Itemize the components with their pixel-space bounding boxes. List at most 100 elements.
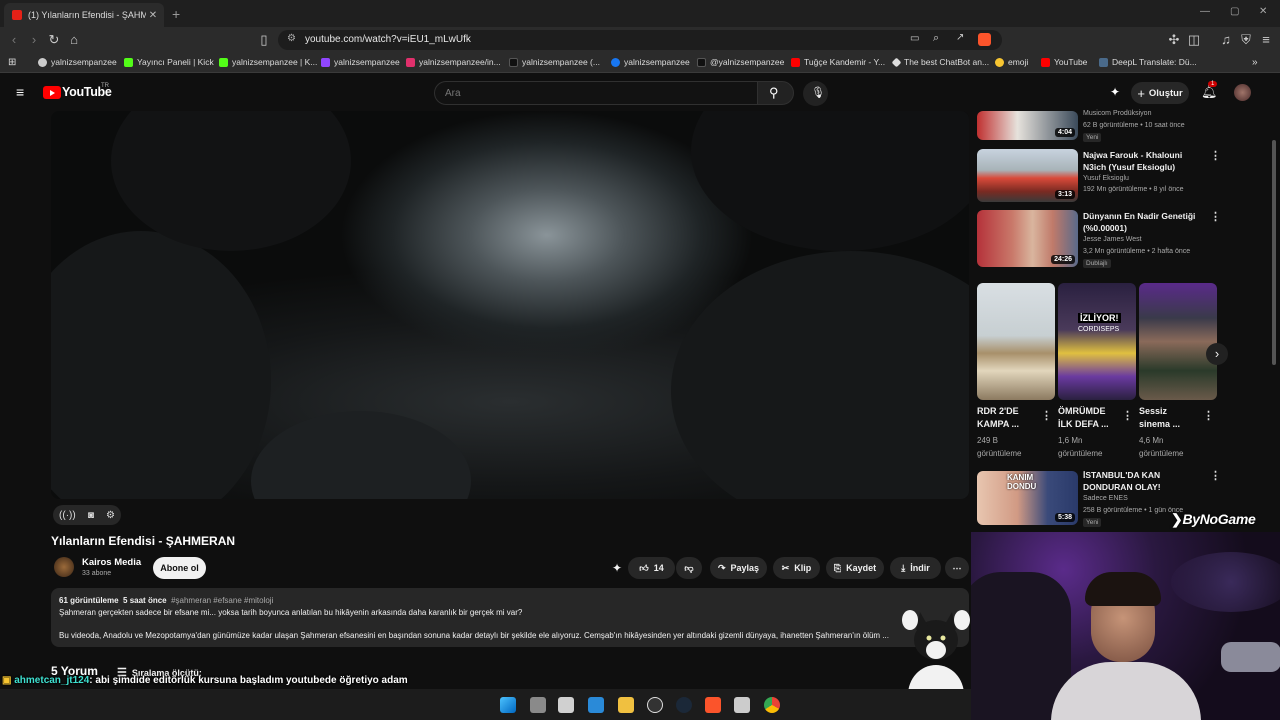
audio-wave-icon[interactable]: ((·)): [59, 510, 76, 521]
new-tab-button[interactable]: +: [172, 6, 180, 22]
windows-start-icon[interactable]: [500, 697, 516, 713]
browser-nav-bar: ‹ › ↻ ⌂ ▯ ⚙ youtube.com/watch?v=iEU1_mLw…: [0, 27, 1280, 53]
settings-gear-icon[interactable]: ⚙: [106, 510, 115, 521]
extensions-icon[interactable]: ✣: [1166, 32, 1182, 48]
youtube-logo-icon[interactable]: [43, 86, 61, 99]
share-button[interactable]: ↷ Paylaş: [710, 557, 767, 579]
download-button[interactable]: ⤓ İndir: [890, 557, 941, 579]
bookmark-item[interactable]: Yayıncı Paneli | Kick: [124, 57, 214, 67]
bookmark-item[interactable]: emoji: [995, 57, 1028, 67]
bookmark-icon: [38, 57, 47, 67]
tab-close-icon[interactable]: ✕: [146, 10, 160, 21]
bookmark-icon[interactable]: ▯: [256, 32, 272, 48]
short-title[interactable]: ÖMRÜMDE İLK DEFA ...: [1058, 405, 1118, 431]
ai-assistant-icon[interactable]: ✦: [1110, 85, 1120, 99]
bookmark-item[interactable]: Tuğçe Kandemir - Y...: [791, 57, 885, 67]
file-explorer-icon[interactable]: [618, 697, 634, 713]
video-title[interactable]: İSTANBUL'DA KAN DONDURAN OLAY!: [1083, 469, 1208, 493]
vpn-icon[interactable]: ⛨: [1238, 32, 1254, 48]
search-input[interactable]: Ara: [434, 81, 757, 105]
bookmark-item[interactable]: yalnizsempanzee | K...: [219, 57, 317, 67]
steam-icon[interactable]: [676, 697, 692, 713]
short-thumbnail[interactable]: [977, 283, 1055, 400]
menu-icon[interactable]: ≡: [1258, 32, 1274, 48]
window-close-icon[interactable]: ✕: [1259, 6, 1267, 17]
description-box[interactable]: 61 görüntüleme 5 saat önce #şahmeran #ef…: [51, 588, 969, 647]
chevron-right-icon[interactable]: ›: [1206, 343, 1228, 365]
task-view-icon[interactable]: [530, 697, 546, 713]
new-badge: Yeni: [1083, 518, 1102, 527]
channel-avatar[interactable]: [54, 557, 74, 577]
minimize-icon[interactable]: —: [1200, 6, 1210, 17]
chrome-icon[interactable]: [764, 697, 780, 713]
video-thumbnail[interactable]: 3:13: [977, 149, 1078, 202]
short-thumbnail[interactable]: İZLİYOR! CORDISEPS: [1058, 283, 1136, 400]
video-player[interactable]: [51, 111, 969, 499]
save-button[interactable]: ⎘ Kaydet: [826, 557, 884, 579]
channel-name[interactable]: Sadece ENES: [1083, 495, 1128, 502]
channel-name[interactable]: Yusuf Eksioglu: [1083, 175, 1129, 182]
ai-ask-icon[interactable]: ✦: [612, 561, 622, 575]
more-options-icon[interactable]: ⋮: [1041, 409, 1052, 422]
home-icon[interactable]: ⌂: [66, 32, 82, 48]
channel-name[interactable]: Jesse James West: [1083, 236, 1142, 243]
forward-icon[interactable]: ›: [26, 32, 42, 48]
apps-icon[interactable]: ⊞: [8, 57, 16, 68]
photos-icon[interactable]: [588, 697, 604, 713]
bookmark-item[interactable]: yalnizsempanzee: [321, 57, 400, 67]
zoom-icon[interactable]: ⌕: [933, 32, 939, 45]
more-options-icon[interactable]: ⋮: [1203, 409, 1214, 422]
video-thumbnail[interactable]: 4:04: [977, 111, 1078, 140]
dislike-button[interactable]: 👎︎: [676, 557, 702, 579]
bookmark-item[interactable]: yalnizsempanzee: [38, 57, 117, 67]
browser-tab[interactable]: (1) Yılanların Efendisi - ŞAHMERAN ✕: [4, 3, 164, 27]
more-options-icon[interactable]: ⋮: [1122, 409, 1133, 422]
hashtags[interactable]: #şahmeran #efsane #mitoloji: [171, 596, 273, 605]
share-page-icon[interactable]: ↗: [956, 32, 964, 43]
app-icon[interactable]: [734, 697, 750, 713]
address-bar[interactable]: ⚙ youtube.com/watch?v=iEU1_mLwUfk ▭ ⌕ ↗: [278, 30, 1002, 50]
more-bookmarks-icon[interactable]: »: [1252, 57, 1258, 68]
restore-icon[interactable]: ▢: [1230, 6, 1239, 17]
video-thumbnail[interactable]: KANIM DONDU 5:38: [977, 471, 1078, 525]
cast-icon[interactable]: ▭: [910, 33, 919, 44]
bookmark-item[interactable]: yalnizsempanzee/in...: [406, 57, 501, 67]
music-icon[interactable]: ♫: [1218, 32, 1234, 48]
more-options-icon[interactable]: ⋮: [1210, 210, 1221, 223]
brave-shield-icon[interactable]: [978, 33, 991, 46]
scrollbar[interactable]: [1272, 140, 1276, 365]
video-thumbnail[interactable]: 24:26: [977, 210, 1078, 267]
subscribe-button[interactable]: Abone ol: [153, 557, 206, 579]
clip-button[interactable]: ✂ Klip: [773, 557, 820, 579]
notepad-icon[interactable]: [558, 697, 574, 713]
bookmark-item[interactable]: The best ChatBot an...: [891, 57, 989, 67]
site-info-icon[interactable]: ⚙: [287, 33, 296, 44]
bookmark-item[interactable]: DeepL Translate: Dü...: [1099, 57, 1197, 67]
bookmark-item[interactable]: yalnizsempanzee (...: [509, 57, 600, 67]
search-button[interactable]: ⚲: [757, 81, 794, 105]
like-button[interactable]: 👍︎ 14: [628, 557, 675, 579]
video-title[interactable]: Najwa Farouk - Khalouni N3ich (Yusuf Eks…: [1083, 149, 1203, 173]
reload-icon[interactable]: ↻: [46, 32, 62, 48]
bookmark-item[interactable]: @yalnizsempanzee: [697, 57, 784, 67]
sidebar-toggle-icon[interactable]: ◫: [1186, 32, 1202, 48]
more-options-icon[interactable]: ⋮: [1210, 469, 1221, 482]
hamburger-menu-icon[interactable]: ≡: [16, 84, 24, 100]
brave-browser-icon[interactable]: [705, 697, 721, 713]
screenshot-icon[interactable]: ◙: [88, 510, 94, 521]
bookmark-item[interactable]: yalnizsempanzee: [611, 57, 690, 67]
create-button[interactable]: + Oluştur: [1131, 82, 1189, 104]
channel-name[interactable]: Musicom Prodüksiyon: [1083, 110, 1151, 117]
short-title[interactable]: Sessiz sinema ...: [1139, 405, 1199, 431]
more-actions-button[interactable]: ⋯: [945, 557, 969, 579]
channel-name[interactable]: Kairos Media: [82, 557, 141, 568]
short-title[interactable]: RDR 2'DE KAMPA ...: [977, 405, 1037, 431]
avatar[interactable]: [1234, 84, 1251, 101]
video-title[interactable]: Dünyanın En Nadir Genetiği (%0.00001): [1083, 210, 1208, 234]
bookmark-item[interactable]: YouTube: [1041, 57, 1087, 67]
more-options-icon[interactable]: ⋮: [1210, 149, 1221, 162]
back-icon[interactable]: ‹: [6, 32, 22, 48]
obs-icon[interactable]: [647, 697, 663, 713]
voice-search-button[interactable]: 🎙︎: [803, 81, 828, 106]
short-thumbnail[interactable]: [1139, 283, 1217, 400]
